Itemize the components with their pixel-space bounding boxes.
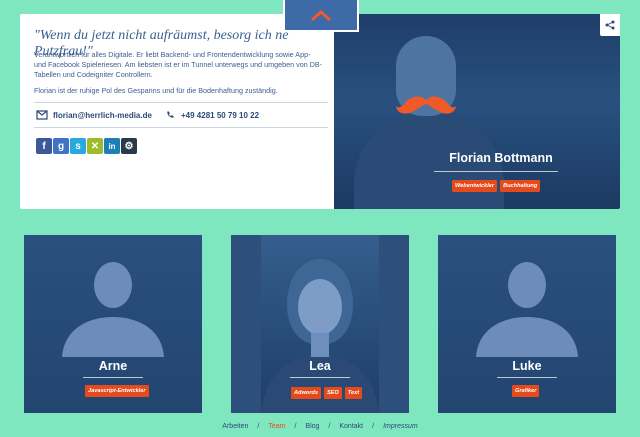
tag-badge: Text: [344, 387, 363, 399]
linkedin-icon[interactable]: in: [104, 138, 120, 154]
tag-badge: Webentwickler: [452, 180, 498, 192]
nav-item-blog[interactable]: Blog: [305, 423, 319, 430]
nav-item-kontakt[interactable]: Kontakt: [339, 423, 363, 430]
nav-item-team[interactable]: Team: [268, 423, 285, 430]
divider: [34, 127, 328, 128]
phone-icon: [167, 111, 174, 118]
team-card-arne[interactable]: Arne Javascript-Entwickler: [24, 235, 202, 413]
nav-separator: /: [372, 423, 375, 430]
google-icon[interactable]: g: [53, 138, 69, 154]
email-contact[interactable]: florian@herrlich-media.de: [36, 110, 152, 120]
featured-tags: Webentwickler Buchhaltung: [452, 180, 541, 192]
member-tags: Grafiker: [512, 385, 540, 397]
tag-badge: Javascript-Entwickler: [85, 385, 149, 397]
member-tags: Javascript-Entwickler: [85, 385, 149, 397]
nav-separator: /: [257, 423, 260, 430]
member-name: Arne: [98, 359, 128, 373]
skype-icon[interactable]: s: [70, 138, 86, 154]
featured-member-card: "Wenn du jetzt nicht aufräumst, besorg i…: [20, 14, 620, 209]
facebook-icon[interactable]: f: [36, 138, 52, 154]
featured-name: Florian Bottmann: [449, 151, 553, 165]
share-icon: [605, 20, 615, 30]
xing-icon[interactable]: ✕: [87, 138, 103, 154]
name-underline: [434, 171, 558, 172]
divider: [34, 102, 328, 103]
name-underline: [290, 377, 350, 378]
member-name: Lea: [309, 359, 331, 373]
tag-badge: Grafiker: [512, 385, 540, 397]
footer-navigation: Arbeiten / Team / Blog / Kontakt / Impre…: [0, 423, 640, 430]
member-tags: Adwords SEO Text: [291, 387, 363, 399]
steam-icon[interactable]: ⚙: [121, 138, 137, 154]
name-underline: [497, 377, 557, 378]
featured-description: Verantwortlich für alles Digitale. Er li…: [34, 50, 324, 102]
phone-contact[interactable]: +49 4281 50 79 10 22: [166, 110, 259, 120]
social-icons: f g s ✕ in ⚙: [36, 138, 137, 154]
team-card-lea[interactable]: Lea Adwords SEO Text: [231, 235, 409, 413]
description-paragraph-2: Florian ist der ruhige Pol des Gespanns …: [34, 86, 278, 95]
member-name: Luke: [512, 359, 542, 373]
name-underline: [83, 377, 143, 378]
team-card-luke[interactable]: Luke Grafiker: [438, 235, 616, 413]
email-link[interactable]: florian@herrlich-media.de: [53, 111, 152, 120]
nav-item-impressum[interactable]: Impressum: [383, 423, 418, 430]
nav-separator: /: [294, 423, 297, 430]
share-button[interactable]: [600, 14, 620, 36]
nav-item-arbeiten[interactable]: Arbeiten: [222, 423, 248, 430]
nav-separator: /: [328, 423, 331, 430]
chevron-up-icon: [311, 9, 331, 21]
tag-badge: Buchhaltung: [500, 180, 541, 192]
tag-badge: SEO: [323, 387, 342, 399]
email-icon: [36, 110, 48, 120]
featured-photo: Florian Bottmann Webentwickler Buchhaltu…: [334, 14, 620, 209]
description-paragraph-1: Verantwortlich für alles Digitale. Er li…: [34, 50, 323, 79]
phone-number[interactable]: +49 4281 50 79 10 22: [181, 111, 259, 120]
mustache-icon: [396, 96, 456, 114]
tag-badge: Adwords: [291, 387, 321, 399]
scroll-top-button[interactable]: [283, 0, 359, 32]
